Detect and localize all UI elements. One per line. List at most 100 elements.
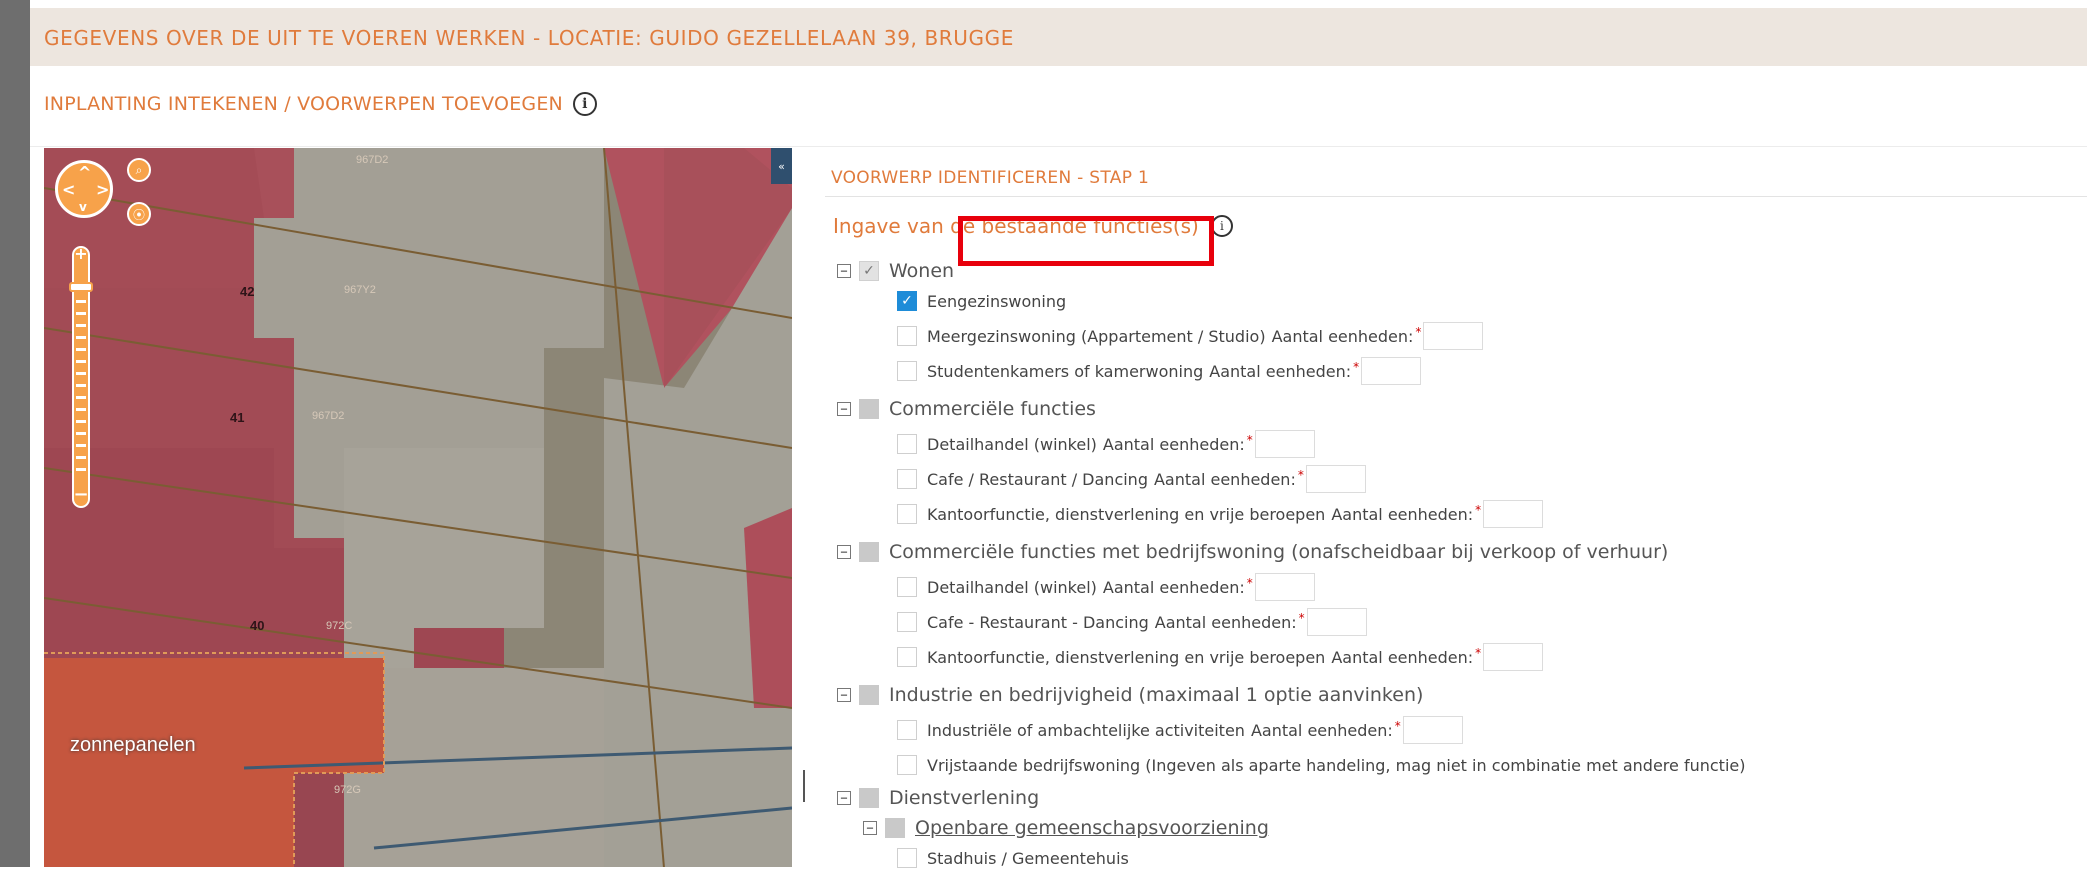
- page-header: GEGEVENS OVER DE UIT TE VOEREN WERKEN - …: [30, 0, 2087, 66]
- item-label: Cafe - Restaurant - Dancing: [927, 612, 1149, 632]
- pan-left-icon[interactable]: <: [62, 182, 75, 198]
- collapse-icon[interactable]: −: [837, 688, 851, 702]
- info-icon[interactable]: i: [572, 92, 597, 116]
- map-viewer[interactable]: 967D2 42 967Y2 41 967D2 40 972C 972G zon…: [44, 148, 792, 867]
- item-label: Eengezinswoning: [927, 291, 1067, 311]
- item-checkbox[interactable]: [897, 504, 917, 524]
- group-checkbox[interactable]: [859, 542, 879, 562]
- group-label: Commerciële functies met bedrijfswoning …: [889, 541, 1669, 563]
- unit-label: Aantal eenheden:: [1153, 469, 1296, 489]
- item-checkbox[interactable]: [897, 469, 917, 489]
- item-checkbox[interactable]: [897, 361, 917, 381]
- parcel-number: 967D2: [356, 154, 389, 166]
- list-item: Detailhandel (winkel) Aantal eenheden: *: [897, 430, 1315, 458]
- map-collapse-button[interactable]: «: [771, 148, 792, 184]
- count-input[interactable]: [1402, 716, 1463, 744]
- map-locate-icon[interactable]: ⦿: [127, 202, 151, 226]
- count-input[interactable]: [1483, 500, 1544, 528]
- list-item: Kantoorfunctie, dienstverlening en vrije…: [897, 500, 1544, 528]
- collapse-icon[interactable]: −: [863, 821, 877, 835]
- required-marker: *: [1298, 611, 1305, 625]
- left-rail: [0, 0, 30, 867]
- item-label: Industriële of ambachtelijke activiteite…: [927, 720, 1245, 740]
- count-input[interactable]: [1483, 643, 1544, 671]
- item-label: Cafe / Restaurant / Dancing: [927, 469, 1148, 489]
- count-input[interactable]: [1254, 430, 1315, 458]
- item-label: Kantoorfunctie, dienstverlening en vrije…: [927, 647, 1326, 667]
- item-checkbox[interactable]: [897, 326, 917, 346]
- pan-up-icon[interactable]: ^: [78, 165, 91, 181]
- parcel-number: 42: [240, 284, 255, 299]
- unit-label: Aantal eenheden:: [1271, 326, 1414, 346]
- group-checkbox[interactable]: ✓: [859, 261, 879, 281]
- list-item: Detailhandel (winkel) Aantal eenheden: *: [897, 573, 1315, 601]
- item-checkbox[interactable]: [897, 647, 917, 667]
- map-search-icon[interactable]: ⌕: [127, 158, 151, 182]
- required-marker: *: [1297, 468, 1304, 482]
- map-canvas: [44, 148, 792, 867]
- pan-down-icon[interactable]: v: [79, 199, 87, 215]
- item-label: Vrijstaande bedrijfswoning (Ingeven als …: [927, 755, 1746, 775]
- list-item: Meergezinswoning (Appartement / Studio) …: [897, 322, 1484, 350]
- step-divider: [825, 196, 2087, 197]
- unit-label: Aantal eenheden:: [1209, 361, 1352, 381]
- list-item: Vrijstaande bedrijfswoning (Ingeven als …: [897, 752, 1745, 778]
- required-marker: *: [1246, 433, 1253, 447]
- unit-label: Aantal eenheden:: [1250, 720, 1393, 740]
- count-input[interactable]: [1306, 608, 1367, 636]
- required-marker: *: [1394, 719, 1401, 733]
- list-item: Industriële of ambachtelijke activiteite…: [897, 716, 1463, 744]
- list-item: Cafe - Restaurant - Dancing Aantal eenhe…: [897, 608, 1367, 636]
- group-label: Wonen: [889, 260, 955, 282]
- page-title: GEGEVENS OVER DE UIT TE VOEREN WERKEN - …: [44, 26, 1014, 50]
- group-label: Dienstverlening: [889, 787, 1040, 809]
- required-marker: *: [1475, 646, 1482, 660]
- count-input[interactable]: [1254, 573, 1315, 601]
- list-item: Studentenkamers of kamerwoning Aantal ee…: [897, 357, 1422, 385]
- required-marker: *: [1415, 325, 1422, 339]
- required-marker: *: [1475, 503, 1482, 517]
- count-input[interactable]: [1305, 465, 1366, 493]
- tree-group-dienstverlening: − Dienstverlening: [837, 785, 1039, 811]
- group-label: Commerciële functies: [889, 398, 1096, 420]
- parcel-number: 972C: [326, 620, 353, 632]
- item-checkbox[interactable]: [897, 577, 917, 597]
- info-icon[interactable]: i: [1210, 215, 1233, 237]
- zoom-out-button[interactable]: −: [73, 486, 89, 504]
- count-input[interactable]: [1361, 357, 1422, 385]
- collapse-icon[interactable]: −: [837, 264, 851, 278]
- zoom-in-button[interactable]: +: [73, 246, 89, 262]
- map-overlay-label: zonnepanelen: [70, 734, 196, 756]
- group-checkbox[interactable]: [885, 818, 905, 838]
- parcel-number: 967Y2: [344, 284, 376, 296]
- collapse-icon[interactable]: −: [837, 402, 851, 416]
- tree-group-wonen: − ✓ Wonen: [837, 258, 954, 284]
- item-label: Meergezinswoning (Appartement / Studio): [927, 326, 1266, 346]
- item-checkbox[interactable]: [897, 434, 917, 454]
- list-item: ✓ Eengezinswoning: [897, 288, 1066, 314]
- group-checkbox[interactable]: [859, 685, 879, 705]
- subheader-label: INPLANTING INTEKENEN / VOORWERPEN TOEVOE…: [44, 93, 563, 115]
- list-item: Cafe / Restaurant / Dancing Aantal eenhe…: [897, 465, 1366, 493]
- group-checkbox[interactable]: [859, 788, 879, 808]
- item-checkbox[interactable]: [897, 612, 917, 632]
- group-checkbox[interactable]: [859, 399, 879, 419]
- item-checkbox[interactable]: ✓: [897, 291, 917, 311]
- pan-right-icon[interactable]: >: [96, 182, 109, 198]
- tree-group-industrie: − Industrie en bedrijvigheid (maximaal 1…: [837, 682, 1423, 708]
- map-pan-control[interactable]: ^ v < >: [55, 160, 113, 218]
- zoom-slider-handle[interactable]: [69, 282, 93, 292]
- item-checkbox[interactable]: [897, 755, 917, 775]
- subgroup-link[interactable]: Openbare gemeenschapsvoorziening: [915, 817, 1269, 839]
- collapse-icon[interactable]: −: [837, 791, 851, 805]
- list-item: Kantoorfunctie, dienstverlening en vrije…: [897, 643, 1544, 671]
- item-checkbox[interactable]: [897, 848, 917, 868]
- step-title: VOORWERP IDENTIFICEREN - STAP 1: [831, 168, 1150, 188]
- collapse-icon[interactable]: −: [837, 545, 851, 559]
- item-checkbox[interactable]: [897, 720, 917, 740]
- parcel-number: 967D2: [312, 410, 345, 422]
- required-marker: *: [1246, 576, 1253, 590]
- required-marker: *: [1353, 360, 1360, 374]
- count-input[interactable]: [1423, 322, 1484, 350]
- unit-label: Aantal eenheden:: [1102, 577, 1245, 597]
